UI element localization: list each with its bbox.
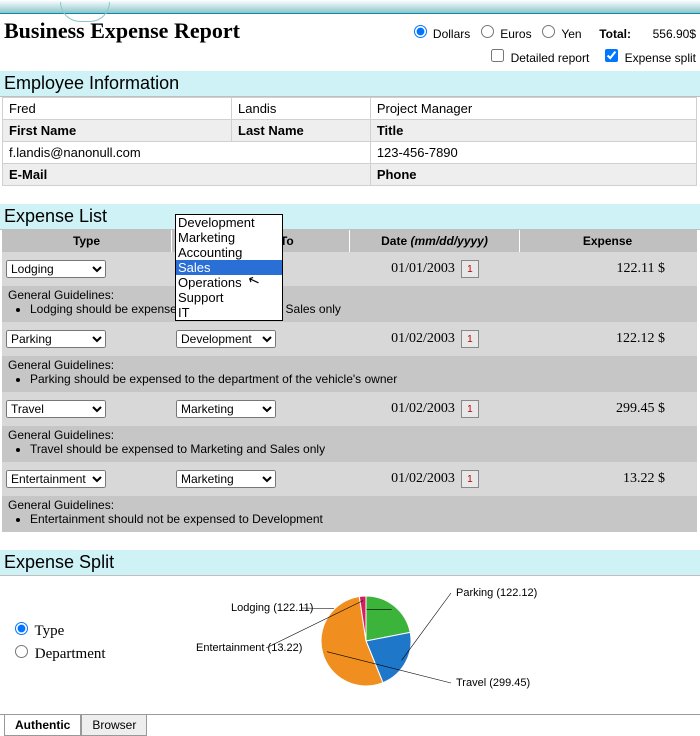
pie-chart: Lodging (122.11)Parking (122.12)Travel (… [136, 586, 556, 696]
section-expense-list: Expense List [0, 204, 700, 230]
expense-to-select[interactable]: Marketing [176, 470, 276, 488]
first-name-header: First Name [3, 120, 232, 142]
date-value: 01/02/2003 [391, 471, 455, 487]
dropdown-option[interactable]: Operations [176, 275, 282, 290]
tab-authentic[interactable]: Authentic [4, 715, 81, 736]
type-select[interactable]: Parking [6, 330, 106, 348]
total-label: Total: [599, 27, 631, 41]
calendar-icon[interactable]: 1 [461, 330, 479, 348]
bottom-tabs: Authentic Browser [0, 714, 700, 736]
email-value: f.landis@nanonull.com [3, 142, 371, 164]
guideline-text: Travel should be expensed to Marketing a… [30, 442, 691, 456]
date-value: 01/02/2003 [391, 331, 455, 347]
header-controls: Dollars Euros Yen Total: 556.90$ [409, 22, 696, 41]
date-value: 01/01/2003 [391, 261, 455, 277]
option-expense-split[interactable]: Expense split [601, 46, 696, 65]
expense-row: Travel Marketing 01/02/2003 1 299.45 $ [2, 392, 697, 426]
expense-to-select[interactable]: Development [176, 330, 276, 348]
split-by-type[interactable]: Type [10, 619, 106, 640]
date-value: 01/02/2003 [391, 401, 455, 417]
last-name-value: Landis [232, 98, 371, 120]
guideline: General Guidelines:Lodging should be exp… [2, 286, 697, 322]
page-title: Business Expense Report [4, 18, 240, 44]
split-by-department[interactable]: Department [10, 642, 106, 663]
dropdown-popup-expense-to[interactable]: DevelopmentMarketingAccountingSalesOpera… [175, 214, 283, 321]
tab-browser[interactable]: Browser [81, 715, 147, 736]
title-header: Title [370, 120, 696, 142]
currency-dollars[interactable]: Dollars [409, 27, 471, 41]
expense-row: Entertainment Marketing 01/02/2003 1 13.22 $ [2, 462, 697, 496]
calendar-icon[interactable]: 1 [461, 400, 479, 418]
total-value: 556.90$ [653, 27, 696, 41]
dropdown-option[interactable]: Sales [176, 260, 282, 275]
guideline-text: Entertainment should not be expensed to … [30, 512, 691, 526]
expense-header-row: Type Expense To Date (mm/dd/yyyy) Expens… [2, 230, 697, 252]
dropdown-option[interactable]: Support [176, 290, 282, 305]
calendar-icon[interactable]: 1 [461, 470, 479, 488]
amount-value: 122.12 $ [520, 329, 695, 349]
guideline: General Guidelines:Entertainment should … [2, 496, 697, 532]
amount-value: 13.22 $ [520, 469, 695, 489]
guideline-header: General Guidelines: [8, 288, 691, 302]
currency-yen[interactable]: Yen [537, 27, 581, 41]
last-name-header: Last Name [232, 120, 371, 142]
phone-value: 123-456-7890 [370, 142, 696, 164]
option-detailed-report[interactable]: Detailed report [487, 46, 589, 65]
guideline-header: General Guidelines: [8, 498, 691, 512]
dropdown-option[interactable]: Marketing [176, 230, 282, 245]
col-date: Date (mm/dd/yyyy) [350, 230, 520, 252]
expense-to-select[interactable]: Marketing [176, 400, 276, 418]
split-by-group: Type Department [10, 617, 106, 665]
section-employee-information: Employee Information [0, 71, 700, 97]
guideline-header: General Guidelines: [8, 428, 691, 442]
type-select[interactable]: Lodging [6, 260, 106, 278]
dropdown-option[interactable]: Accounting [176, 245, 282, 260]
title-value: Project Manager [370, 98, 696, 120]
amount-value: 122.11 $ [520, 259, 695, 279]
guideline-text: Lodging should be expensed to Accounting… [30, 302, 691, 316]
col-expense: Expense [520, 230, 695, 252]
pie-label-parking: Parking (122.12) [456, 587, 537, 599]
first-name-value: Fred [3, 98, 232, 120]
guideline: General Guidelines:Parking should be exp… [2, 356, 697, 392]
dropdown-option[interactable]: IT [176, 305, 282, 320]
col-type: Type [2, 230, 172, 252]
expense-row: Parking Development 01/02/2003 1 122.12 $ [2, 322, 697, 356]
pie-label-entertainment: Entertainment (13.22) [196, 642, 302, 654]
amount-value: 299.45 $ [520, 399, 695, 419]
employee-info-table: Fred Landis Project Manager First Name L… [2, 97, 697, 186]
calendar-icon[interactable]: 1 [461, 260, 479, 278]
phone-header: Phone [370, 164, 696, 186]
pie-label-lodging: Lodging (122.11) [231, 602, 313, 614]
type-select[interactable]: Entertainment [6, 470, 106, 488]
guideline-header: General Guidelines: [8, 358, 691, 372]
section-expense-split: Expense Split [0, 550, 700, 576]
expense-row: LodgingAccounting01/01/20031122.11 $ [2, 252, 697, 286]
type-select[interactable]: Travel [6, 400, 106, 418]
guideline: General Guidelines:Travel should be expe… [2, 426, 697, 462]
currency-euros[interactable]: Euros [476, 27, 532, 41]
guideline-text: Parking should be expensed to the depart… [30, 372, 691, 386]
email-header: E-Mail [3, 164, 371, 186]
dropdown-option[interactable]: Development [176, 215, 282, 230]
